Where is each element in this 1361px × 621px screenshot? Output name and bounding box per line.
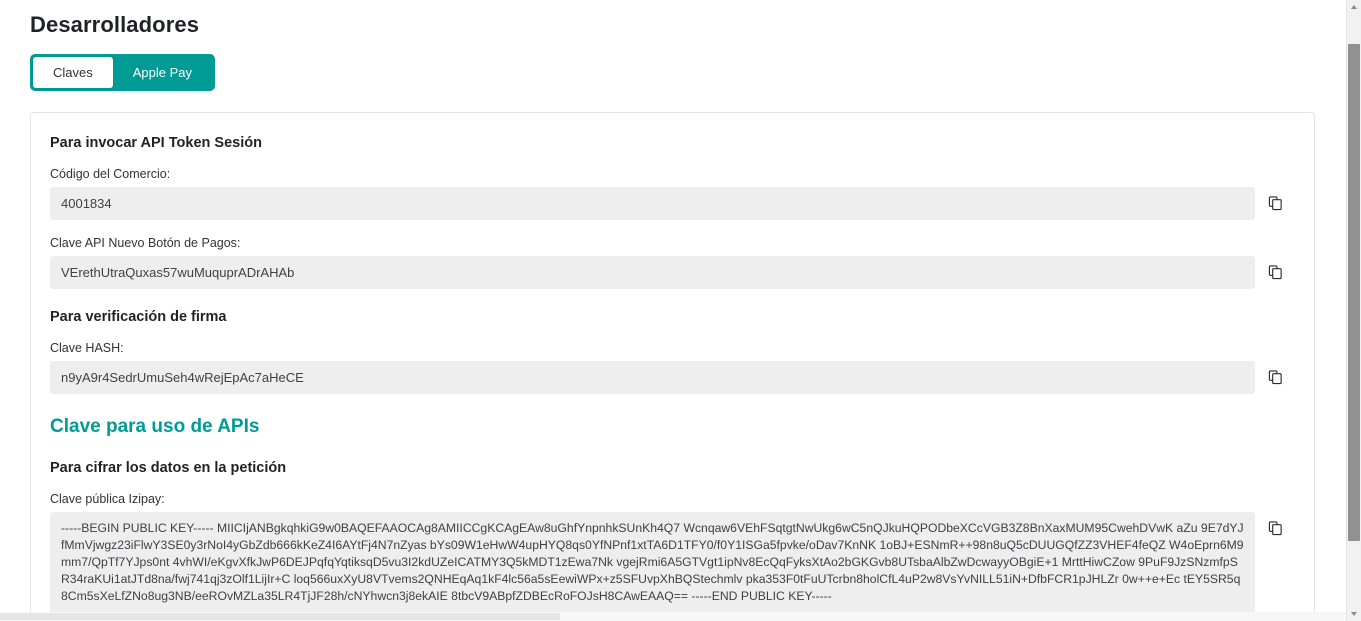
label-clave-api-boton-pagos: Clave API Nuevo Botón de Pagos:: [50, 236, 241, 250]
copy-icon: [1268, 264, 1283, 280]
scroll-up-arrow-icon[interactable]: [1347, 0, 1361, 14]
section-heading-apis: Clave para uso de APIs: [50, 416, 260, 437]
field-row-clave-publica: -----BEGIN PUBLIC KEY----- MIICIjANBgkqh…: [50, 512, 1295, 615]
vertical-scrollbar[interactable]: [1346, 0, 1361, 621]
copy-icon: [1268, 195, 1283, 211]
tab-group: Claves Apple Pay: [30, 54, 216, 91]
clave-api-boton-pagos-input[interactable]: [50, 256, 1255, 289]
copy-codigo-comercio-button[interactable]: [1255, 187, 1295, 212]
scroll-down-arrow-icon[interactable]: [1347, 607, 1361, 621]
section-heading-cifrar-datos: Para cifrar los datos en la petición: [50, 460, 287, 476]
section-heading-token-session: Para invocar API Token Sesión: [50, 135, 262, 151]
codigo-comercio-input[interactable]: [50, 187, 1255, 220]
field-row-clave-api-boton-pagos: [50, 256, 1295, 289]
copy-clave-hash-button[interactable]: [1255, 361, 1295, 386]
page-title: Desarrolladores: [30, 12, 200, 37]
label-clave-hash: Clave HASH:: [50, 341, 124, 355]
copy-clave-publica-button[interactable]: [1255, 512, 1295, 537]
section-heading-signature: Para verificación de firma: [50, 309, 227, 325]
developer-keys-card: Para invocar API Token Sesión Código del…: [30, 112, 1315, 621]
field-row-clave-hash: [50, 361, 1295, 394]
horizontal-scrollbar[interactable]: [0, 612, 1347, 621]
clave-hash-input[interactable]: [50, 361, 1255, 394]
label-codigo-comercio: Código del Comercio:: [50, 167, 171, 181]
copy-icon: [1268, 520, 1283, 536]
copy-icon: [1268, 369, 1283, 385]
label-clave-publica: Clave pública Izipay:: [50, 492, 165, 506]
clave-publica-textarea[interactable]: -----BEGIN PUBLIC KEY----- MIICIjANBgkqh…: [50, 512, 1255, 615]
field-row-codigo-comercio: [50, 187, 1295, 220]
developers-page: Desarrolladores Claves Apple Pay Para in…: [0, 0, 1347, 621]
tab-apple-pay[interactable]: Apple Pay: [113, 57, 212, 88]
copy-clave-api-boton-pagos-button[interactable]: [1255, 256, 1295, 281]
vertical-scrollbar-thumb[interactable]: [1348, 44, 1360, 541]
horizontal-scrollbar-thumb[interactable]: [0, 613, 560, 620]
tab-claves[interactable]: Claves: [33, 57, 113, 88]
